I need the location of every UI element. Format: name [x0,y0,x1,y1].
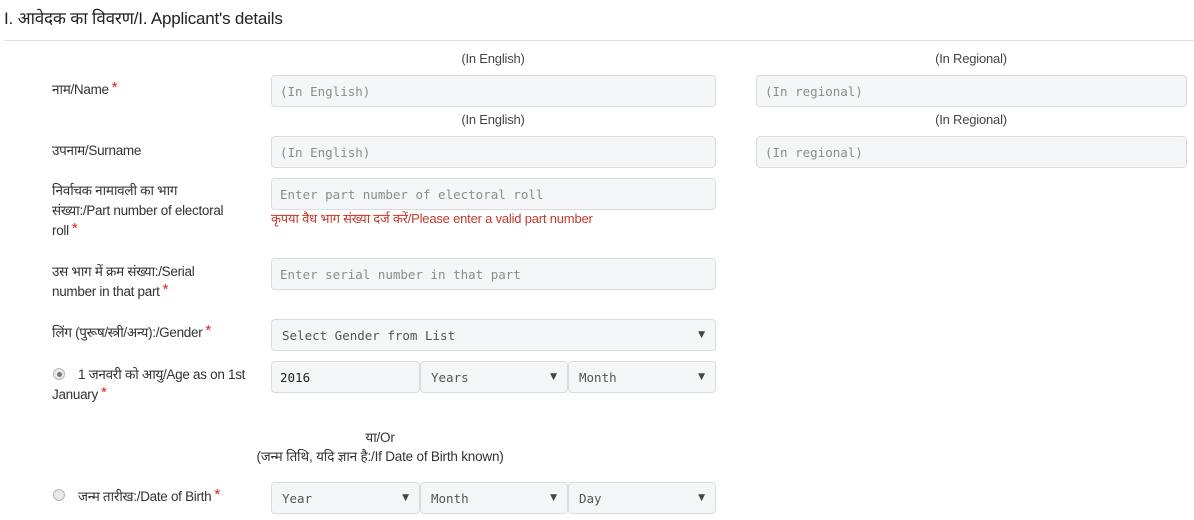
or-line2: (जन्म तिथि, यदि ज्ञान है:/If Date of Bir… [256,449,504,464]
required-asterisk: * [205,322,211,339]
age-year-input[interactable] [271,361,420,393]
section-divider [4,40,1194,41]
name-label-text: नाम/Name [52,82,109,97]
dob-month-select-value: Month [431,490,469,506]
part-number-label-line1: निर्वाचक नामावली का भाग [52,183,178,198]
part-number-input[interactable] [271,178,716,210]
caret-down-icon: ▼ [550,493,557,503]
caret-down-icon: ▼ [698,372,705,382]
name-regional-input[interactable] [756,75,1187,107]
gender-select[interactable]: Select Gender from List ▼ [271,319,716,351]
part-number-error: कृपया वैध भाग संख्या दर्ज करें/Please en… [271,211,593,226]
age-years-select-value: Years [431,369,469,385]
or-separator: या/Or (जन्म तिथि, यदि ज्ञान है:/If Date … [230,428,530,466]
serial-number-label: उस भाग में क्रम संख्या:/Serial number in… [52,262,262,302]
age-month-select-value: Month [579,369,617,385]
part-number-label-line3: roll [52,223,69,238]
dob-label: जन्म तारीख:/Date of Birth * [78,486,220,507]
part-number-label: निर्वाचक नामावली का भाग संख्या:/Part num… [52,181,262,241]
name-label: नाम/Name * [52,79,118,100]
serial-number-label-line1: उस भाग में क्रम संख्या:/Serial [52,264,195,279]
section-title: I. आवेदक का विवरण/I. Applicant's details [4,9,283,28]
or-line1: या/Or [365,430,395,445]
age-years-select[interactable]: Years ▼ [420,361,568,393]
dob-label-text: जन्म तारीख:/Date of Birth [78,489,212,504]
caret-down-icon: ▼ [698,493,705,503]
name-regional-hint: (In Regional) [935,51,1007,66]
required-asterisk: * [214,486,220,503]
surname-regional-hint: (In Regional) [935,112,1007,127]
required-asterisk: * [111,79,118,96]
age-label-line2: January [52,387,98,402]
age-label-line1: 1 जनवरी को आयु/Age as on 1st [78,367,246,382]
gender-label: लिंग (पुरूष/स्त्री/अन्य):/Gender * [52,322,211,343]
required-asterisk: * [100,384,107,401]
name-english-input[interactable] [271,75,716,107]
gender-select-value: Select Gender from List [282,327,456,343]
surname-regional-input[interactable] [756,136,1187,168]
part-number-label-line2: संख्या:/Part number of electoral [52,203,224,218]
caret-down-icon: ▼ [550,372,557,382]
serial-number-label-line2: number in that part [52,284,160,299]
dob-day-select-value: Day [579,490,602,506]
age-label: 1 जनवरी को आयु/Age as on 1st January * [52,365,270,405]
dob-day-select[interactable]: Day ▼ [568,482,716,514]
dob-month-select[interactable]: Month ▼ [420,482,568,514]
surname-label: उपनाम/Surname [52,141,141,161]
serial-number-input[interactable] [271,258,716,290]
age-month-select[interactable]: Month ▼ [568,361,716,393]
surname-english-hint: (In English) [461,112,525,127]
dob-radio[interactable] [53,489,65,501]
required-asterisk: * [162,281,169,298]
surname-label-text: उपनाम/Surname [52,143,142,158]
required-asterisk: * [71,220,78,237]
name-english-hint: (In English) [461,51,525,66]
gender-label-text: लिंग (पुरूष/स्त्री/अन्य):/Gender [52,325,203,340]
dob-year-select[interactable]: Year ▼ [271,482,420,514]
caret-down-icon: ▼ [402,493,409,503]
surname-english-input[interactable] [271,136,716,168]
dob-year-select-value: Year [282,490,313,506]
caret-down-icon: ▼ [698,330,705,340]
